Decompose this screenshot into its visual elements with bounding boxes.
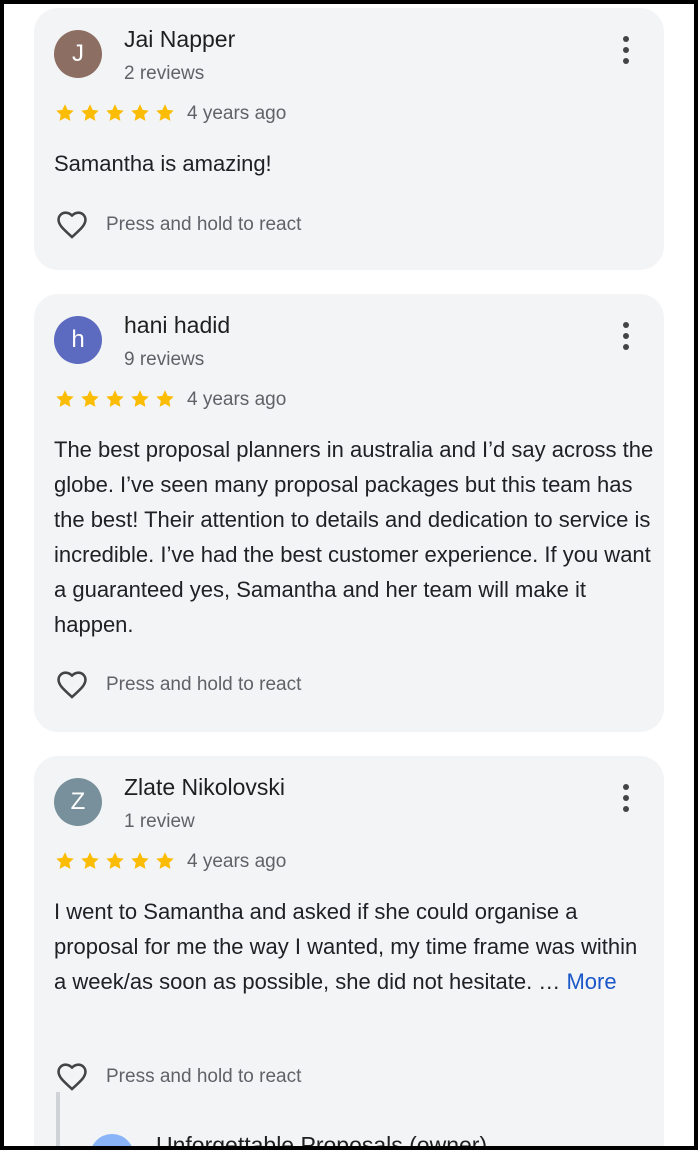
review-card: h hani hadid 9 reviews 4 years ago The b… [34,294,664,732]
reviews-screen: J Jai Napper 2 reviews 4 years ago Saman… [4,4,694,1146]
star-icon [56,390,74,407]
review-text: Samantha is amazing! [54,151,272,176]
star-icon [81,390,99,407]
avatar[interactable]: Z [54,778,102,826]
star-icon [156,390,174,407]
react-label: Press and hold to react [106,214,302,235]
review-date: 4 years ago [187,851,287,872]
star-icon [156,852,174,869]
star-icon [106,852,124,869]
review-card: J Jai Napper 2 reviews 4 years ago Saman… [34,8,664,270]
more-options-icon[interactable] [616,322,636,358]
react-button[interactable]: Press and hold to react [54,208,301,242]
react-button[interactable]: Press and hold to react [54,1060,301,1094]
review-date: 4 years ago [187,389,287,410]
review-count: 2 reviews [124,63,205,84]
owner-reply-name: Unforgettable Proposals (owner) [156,1132,488,1146]
review-text: The best proposal planners in australia … [54,437,654,637]
star-icon [131,104,149,121]
more-options-icon[interactable] [616,36,636,72]
review-date: 4 years ago [187,103,287,124]
heart-icon [57,1063,87,1091]
avatar[interactable]: h [54,316,102,364]
star-icon [131,390,149,407]
review-text: I went to Samantha and asked if she coul… [54,899,638,994]
more-link[interactable]: More [566,969,616,994]
review-card: Z Zlate Nikolovski 1 review 4 years ago … [34,756,664,1146]
reviewer-name[interactable]: Jai Napper [124,26,235,53]
review-count: 1 review [124,811,195,832]
heart-icon [57,211,87,239]
star-icon [56,104,74,121]
star-rating [54,850,176,872]
review-text-block: I went to Samantha and asked if she coul… [54,894,654,999]
react-button[interactable]: Press and hold to react [54,668,301,702]
avatar[interactable]: J [54,30,102,78]
more-options-icon[interactable] [616,784,636,820]
heart-icon [57,671,87,699]
star-rating [54,388,176,410]
star-rating [54,102,176,124]
react-label: Press and hold to react [106,674,302,695]
star-icon [81,852,99,869]
star-icon [106,390,124,407]
star-icon [81,104,99,121]
react-label: Press and hold to react [106,1066,302,1087]
reviewer-name[interactable]: hani hadid [124,312,230,339]
reviewer-name[interactable]: Zlate Nikolovski [124,774,285,801]
star-icon [56,852,74,869]
reply-divider [56,1092,60,1146]
star-icon [156,104,174,121]
review-count: 9 reviews [124,349,205,370]
star-icon [131,852,149,869]
star-icon [106,104,124,121]
